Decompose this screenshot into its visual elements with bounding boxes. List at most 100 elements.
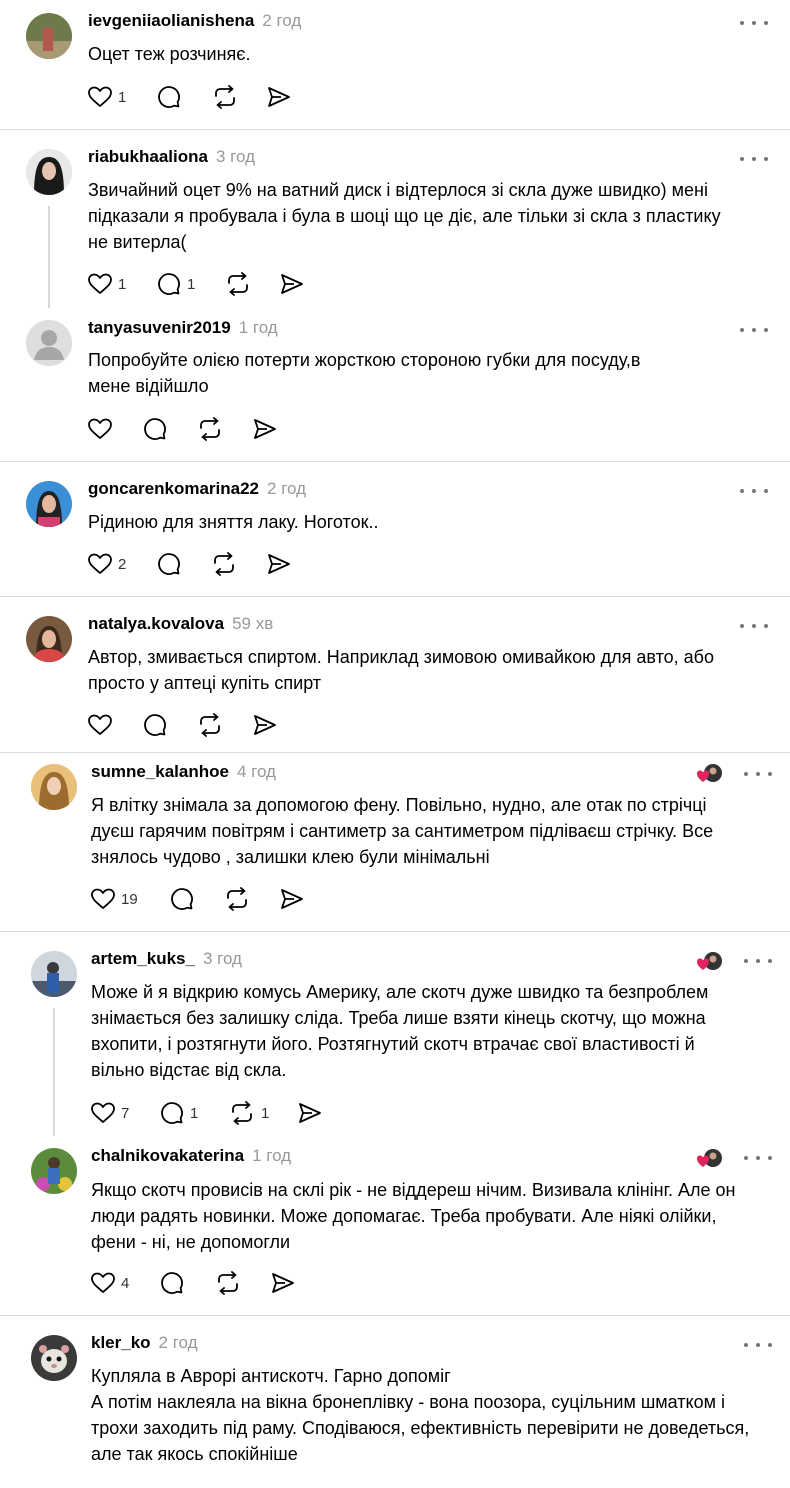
like-button[interactable] bbox=[88, 710, 118, 740]
repost-icon bbox=[200, 713, 220, 737]
divider bbox=[0, 461, 790, 462]
heart-icon bbox=[88, 273, 112, 294]
comment-icon bbox=[161, 1272, 183, 1294]
comment-actions: 7 1 1 bbox=[91, 1098, 351, 1128]
more-dots-icon[interactable] bbox=[740, 484, 768, 498]
comment-time[interactable]: 59 хв bbox=[232, 614, 273, 634]
comment-time[interactable]: 1 год bbox=[239, 318, 278, 338]
avatar[interactable] bbox=[26, 320, 72, 366]
like-button[interactable]: 1 bbox=[88, 82, 126, 112]
comment-icon bbox=[158, 273, 180, 295]
like-button[interactable]: 4 bbox=[91, 1268, 129, 1298]
comment-username[interactable]: goncarenkomarina22 bbox=[88, 479, 259, 499]
share-button[interactable] bbox=[298, 1098, 322, 1128]
comment-time[interactable]: 3 год bbox=[203, 949, 242, 969]
comment-username[interactable]: tanyasuvenir2019 bbox=[88, 318, 231, 338]
like-button[interactable]: 19 bbox=[91, 884, 138, 914]
like-count: 7 bbox=[121, 1104, 130, 1122]
share-button[interactable] bbox=[280, 269, 304, 299]
repost-button[interactable] bbox=[224, 884, 256, 914]
comment-time[interactable]: 2 год bbox=[262, 11, 301, 31]
reply-button[interactable]: 1 bbox=[160, 1098, 198, 1128]
reply-button[interactable] bbox=[157, 82, 187, 112]
more-dots-icon[interactable] bbox=[740, 152, 768, 166]
comment-username[interactable]: riabukhaaliona bbox=[88, 147, 208, 167]
reply-button[interactable]: 1 bbox=[157, 269, 195, 299]
comment-icon bbox=[144, 714, 166, 736]
comment-actions bbox=[88, 710, 338, 740]
more-dots-icon[interactable] bbox=[740, 16, 768, 30]
liked-by-author-icon bbox=[697, 762, 723, 784]
share-button[interactable] bbox=[253, 710, 277, 740]
avatar[interactable] bbox=[26, 616, 72, 662]
avatar[interactable] bbox=[31, 1148, 77, 1194]
share-button[interactable] bbox=[267, 549, 291, 579]
heart-icon bbox=[88, 418, 112, 439]
more-dots-icon[interactable] bbox=[744, 954, 772, 968]
like-button[interactable]: 1 bbox=[88, 269, 126, 299]
avatar[interactable] bbox=[26, 149, 72, 195]
repost-button[interactable] bbox=[211, 549, 243, 579]
comment-time[interactable]: 4 год bbox=[237, 762, 276, 782]
repost-button[interactable]: 1 bbox=[229, 1098, 269, 1128]
share-button[interactable] bbox=[253, 414, 277, 444]
thread-line bbox=[48, 206, 50, 308]
like-count: 19 bbox=[121, 890, 138, 908]
reply-button[interactable] bbox=[160, 1268, 190, 1298]
more-dots-icon[interactable] bbox=[744, 767, 772, 781]
comment-actions: 1 bbox=[88, 82, 338, 112]
divider bbox=[0, 129, 790, 130]
comment-icon bbox=[161, 1102, 183, 1124]
comment-username[interactable]: artem_kuks_ bbox=[91, 949, 195, 969]
repost-count: 1 bbox=[261, 1104, 270, 1122]
more-dots-icon[interactable] bbox=[740, 323, 768, 337]
comment-actions: 1 1 bbox=[88, 269, 338, 299]
comment-icon bbox=[158, 553, 180, 575]
reply-button[interactable] bbox=[170, 884, 200, 914]
repost-button[interactable] bbox=[225, 269, 257, 299]
comment-username[interactable]: sumne_kalanhoe bbox=[91, 762, 229, 782]
share-button[interactable] bbox=[280, 884, 304, 914]
avatar[interactable] bbox=[31, 951, 77, 997]
more-dots-icon[interactable] bbox=[744, 1151, 772, 1165]
repost-button[interactable] bbox=[215, 1268, 247, 1298]
reply-button[interactable] bbox=[143, 710, 173, 740]
repost-button[interactable] bbox=[197, 710, 229, 740]
share-icon bbox=[299, 1103, 321, 1123]
reply-button[interactable] bbox=[143, 414, 173, 444]
repost-button[interactable] bbox=[197, 414, 229, 444]
avatar[interactable] bbox=[31, 764, 77, 810]
share-icon bbox=[268, 554, 290, 574]
like-button[interactable]: 7 bbox=[91, 1098, 129, 1128]
repost-icon bbox=[232, 1101, 252, 1125]
comment-username[interactable]: natalya.kovalova bbox=[88, 614, 224, 634]
comment-time[interactable]: 3 год bbox=[216, 147, 255, 167]
more-dots-icon[interactable] bbox=[744, 1338, 772, 1352]
avatar[interactable] bbox=[26, 13, 72, 59]
repost-icon bbox=[214, 552, 234, 576]
comment-text: Попробуйте олією потерти жорсткою сторон… bbox=[88, 350, 641, 396]
like-button[interactable]: 2 bbox=[88, 549, 126, 579]
comment-time[interactable]: 2 год bbox=[267, 479, 306, 499]
share-icon bbox=[254, 715, 276, 735]
comment-username[interactable]: ievgeniiaolianishena bbox=[88, 11, 254, 31]
more-dots-icon[interactable] bbox=[740, 619, 768, 633]
comment-username[interactable]: chalnikovakaterina bbox=[91, 1146, 244, 1166]
share-button[interactable] bbox=[271, 1268, 295, 1298]
comment-time[interactable]: 2 год bbox=[159, 1333, 198, 1353]
reply-count: 1 bbox=[187, 275, 196, 293]
like-button[interactable] bbox=[88, 414, 118, 444]
reply-button[interactable] bbox=[157, 549, 187, 579]
avatar[interactable] bbox=[31, 1335, 77, 1381]
repost-icon bbox=[227, 887, 247, 911]
comment-time[interactable]: 1 год bbox=[252, 1146, 291, 1166]
avatar[interactable] bbox=[26, 481, 72, 527]
comment-actions: 19 bbox=[91, 884, 341, 914]
like-count: 2 bbox=[118, 555, 127, 573]
heart-icon bbox=[91, 888, 115, 909]
comment-username[interactable]: kler_ko bbox=[91, 1333, 151, 1353]
repost-icon bbox=[228, 272, 248, 296]
comment-actions: 2 bbox=[88, 549, 338, 579]
repost-button[interactable] bbox=[212, 82, 244, 112]
share-button[interactable] bbox=[267, 82, 291, 112]
